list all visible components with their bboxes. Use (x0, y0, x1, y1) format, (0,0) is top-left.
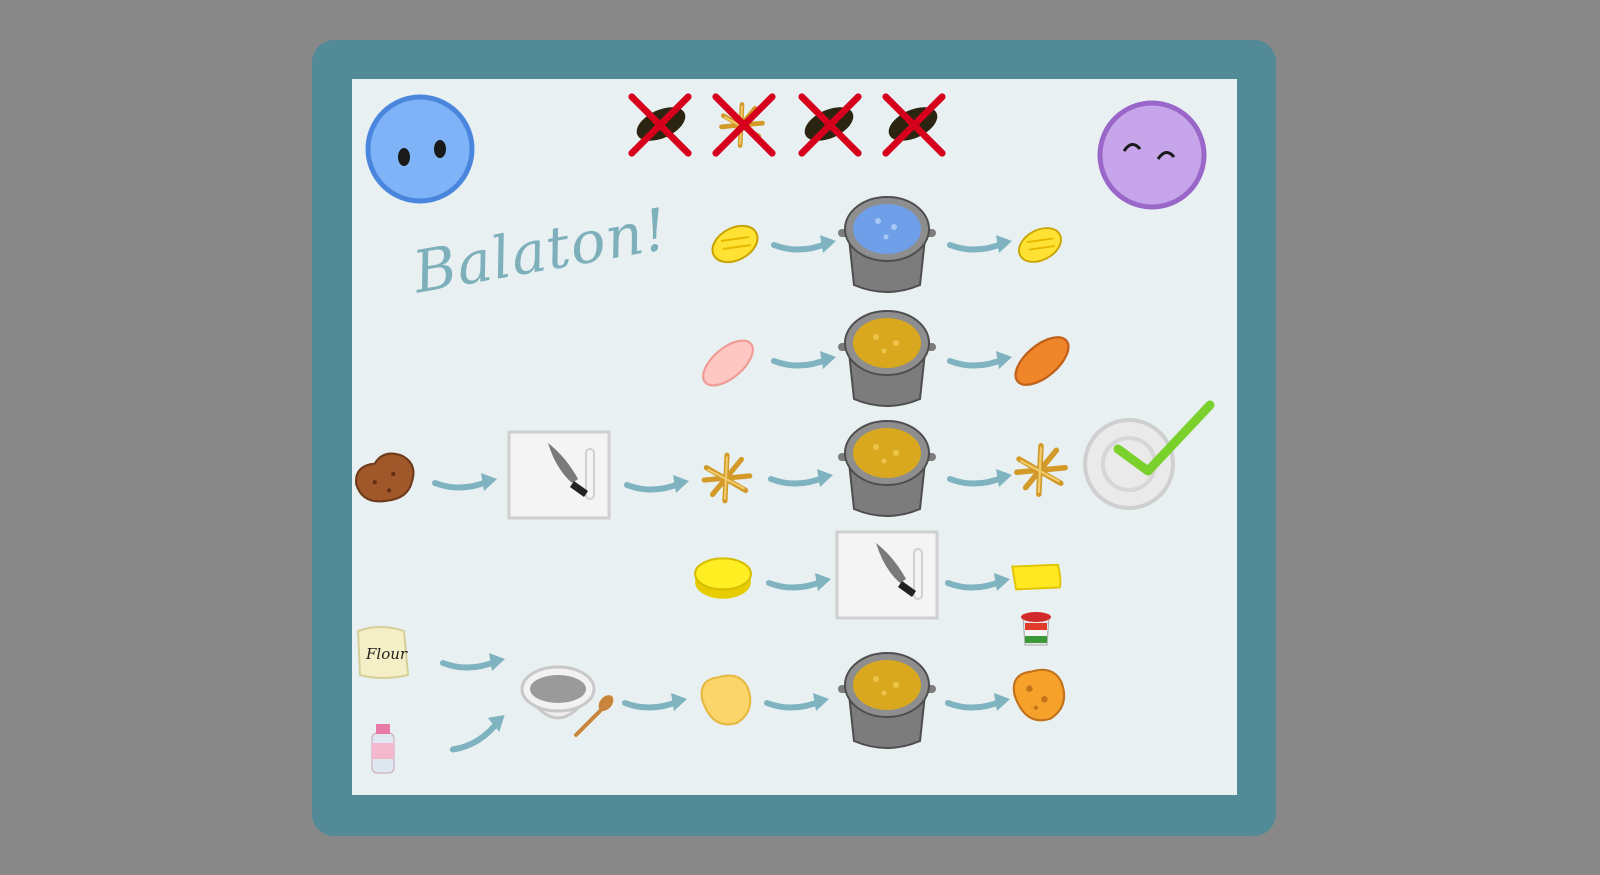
potato-icon[interactable] (355, 452, 415, 503)
arrow-icon (443, 653, 505, 671)
fried-dumpling-icon[interactable] (1012, 668, 1066, 722)
arrow-icon (767, 693, 829, 711)
arrow-icon (448, 710, 511, 757)
corn-icon[interactable] (705, 219, 765, 270)
arrow-icon (950, 351, 1012, 369)
pot-water-icon[interactable] (837, 196, 937, 293)
paprika-jar-icon[interactable] (1021, 612, 1051, 646)
arrow-icon (435, 473, 497, 491)
purple-player-avatar (1097, 100, 1207, 210)
arrow-icon (771, 469, 833, 487)
pot-broth-icon[interactable] (837, 652, 937, 749)
recipe-scene: Flour (355, 79, 1215, 774)
arrow-icon (769, 573, 831, 591)
cooked-carrot-icon[interactable] (1007, 327, 1076, 395)
water-bottle-icon[interactable] (371, 724, 395, 774)
raw-carrot-icon[interactable] (696, 331, 761, 395)
potato-strips-icon[interactable] (704, 455, 749, 500)
pot-broth-icon[interactable] (837, 310, 937, 407)
game-board: Balaton! Flour (352, 79, 1237, 795)
cooked-strips-icon[interactable] (1017, 446, 1065, 494)
arrow-icon (627, 475, 689, 493)
arrow-icon (950, 469, 1012, 487)
arrow-icon (774, 235, 836, 253)
strike-1 (632, 97, 691, 153)
arrow-icon (950, 235, 1012, 253)
flour-bag-icon[interactable]: Flour (356, 626, 410, 679)
cheese-slice-icon[interactable] (1011, 563, 1062, 591)
arrow-icon (774, 351, 836, 369)
arrow-icon (948, 573, 1010, 591)
mixing-bowl-icon[interactable] (520, 665, 616, 737)
dough-icon[interactable] (700, 674, 752, 726)
strike-2 (716, 97, 772, 153)
cooked-corn-icon[interactable] (1012, 221, 1068, 269)
cheese-icon[interactable] (694, 557, 752, 600)
flour-label: Flour (365, 645, 408, 663)
blue-player-avatar (365, 94, 475, 204)
arrow-icon (625, 693, 687, 711)
cutting-board-icon[interactable] (835, 530, 939, 620)
arrow-icon (948, 693, 1010, 711)
cutting-board-icon[interactable] (507, 430, 611, 520)
strike-4 (884, 97, 943, 153)
pot-broth-icon[interactable] (837, 420, 937, 517)
strike-3 (800, 97, 859, 153)
